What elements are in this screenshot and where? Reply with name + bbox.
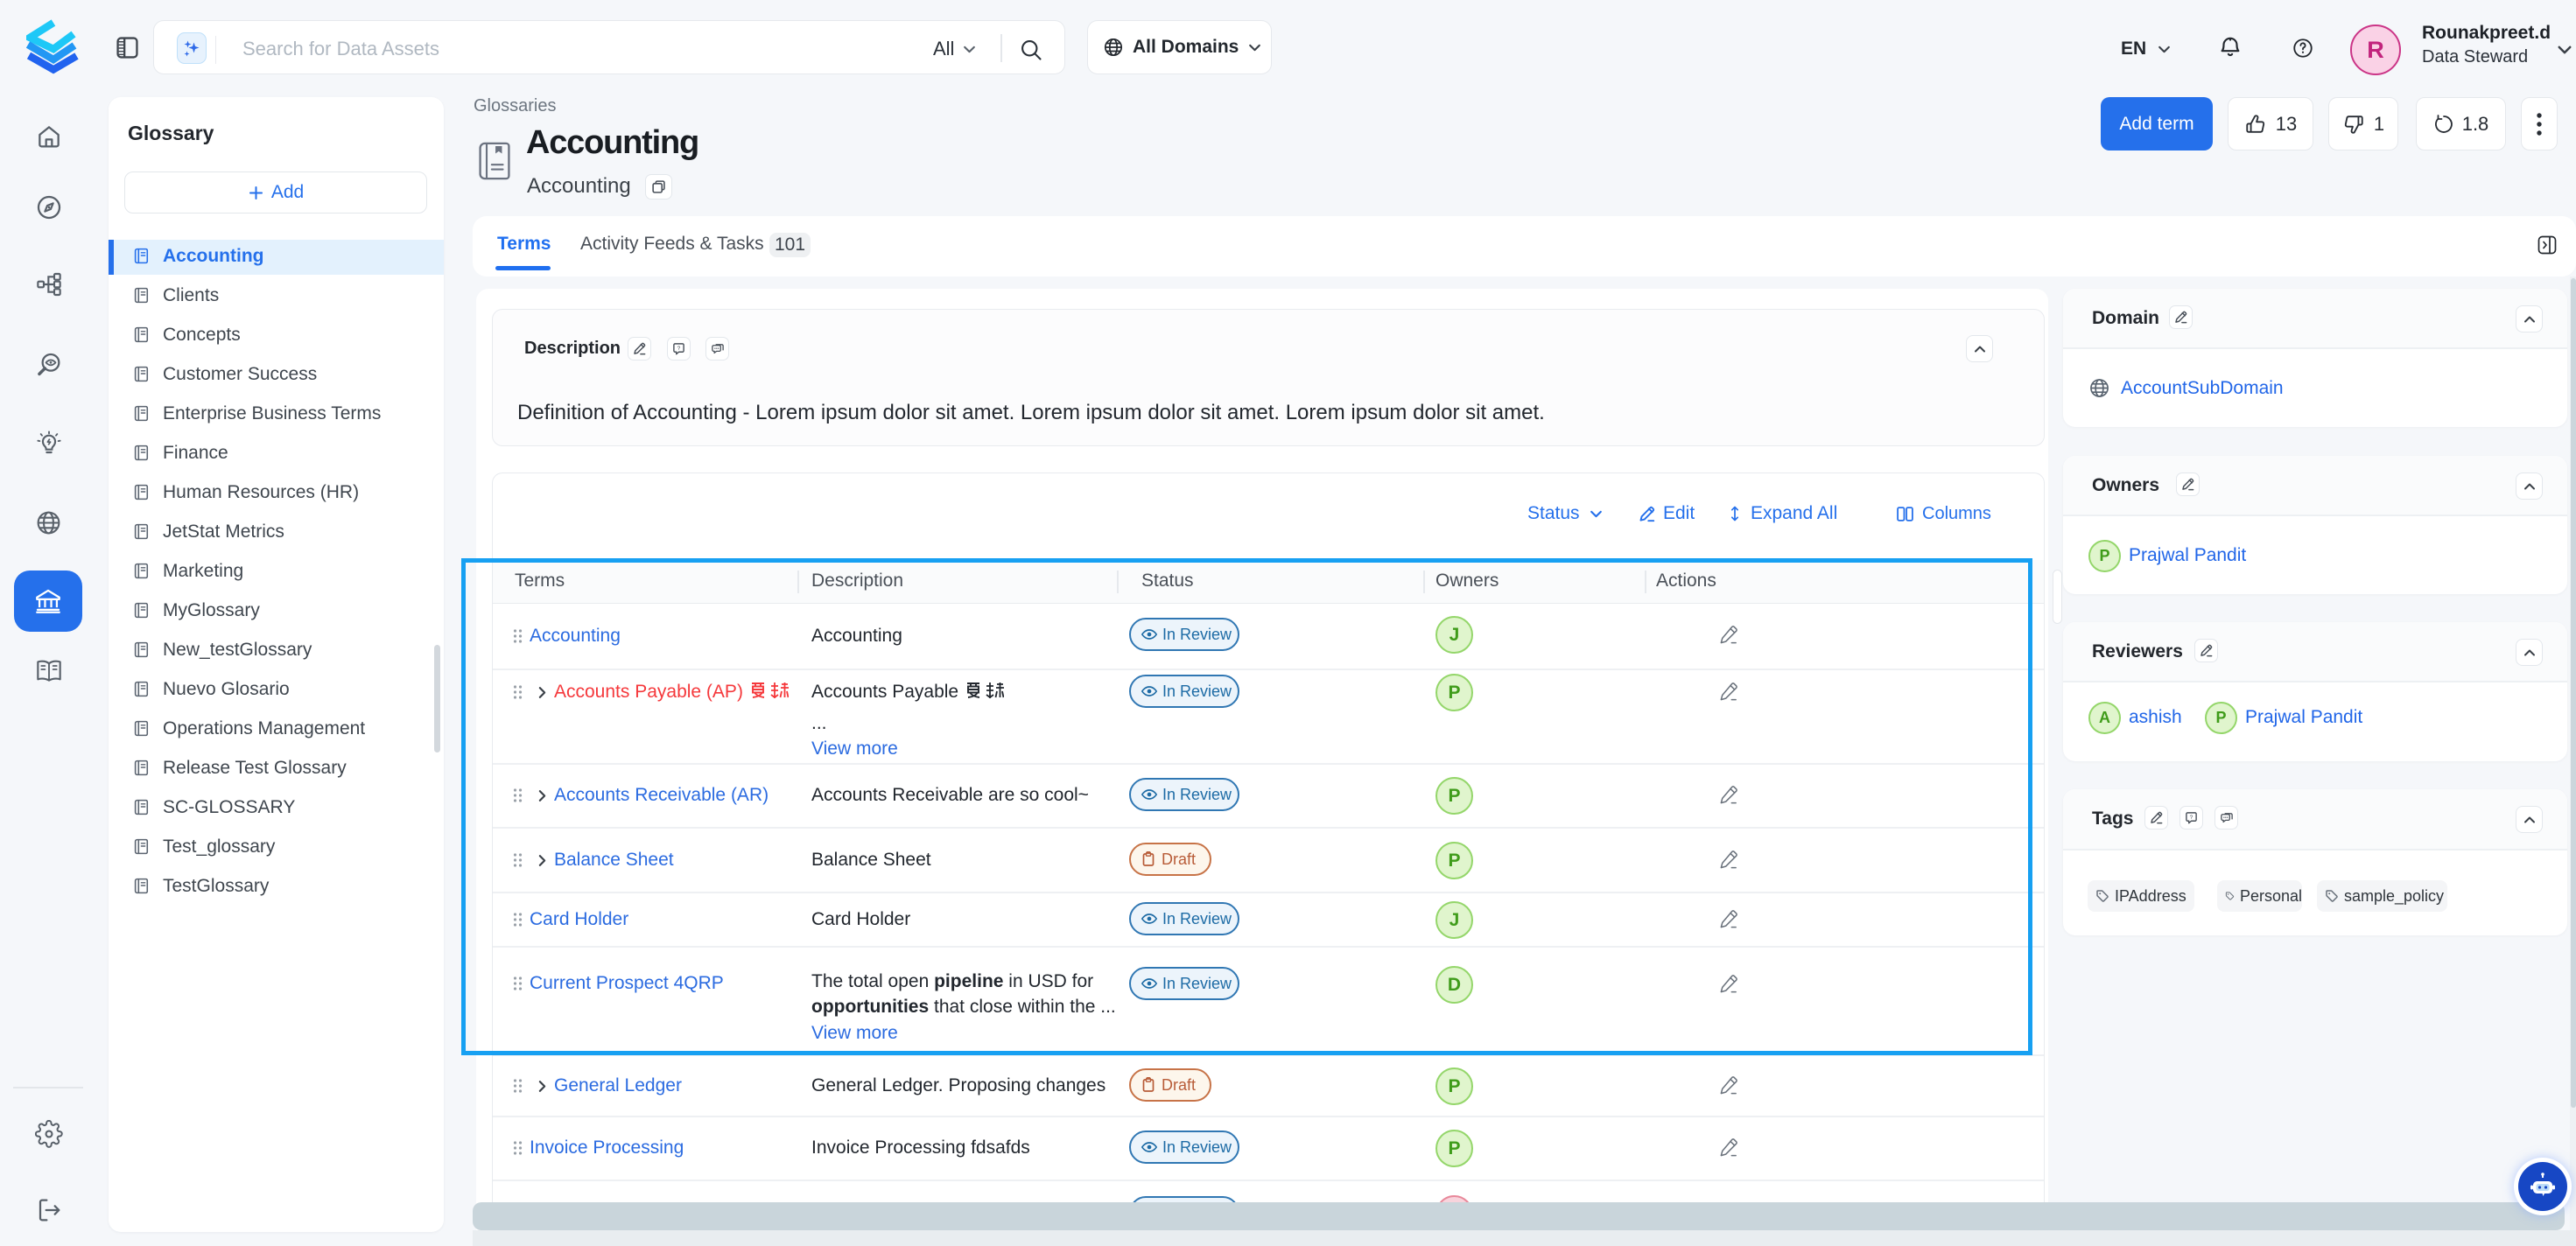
svg-text:?: ? <box>2190 815 2193 821</box>
svg-text:?: ? <box>677 346 681 352</box>
